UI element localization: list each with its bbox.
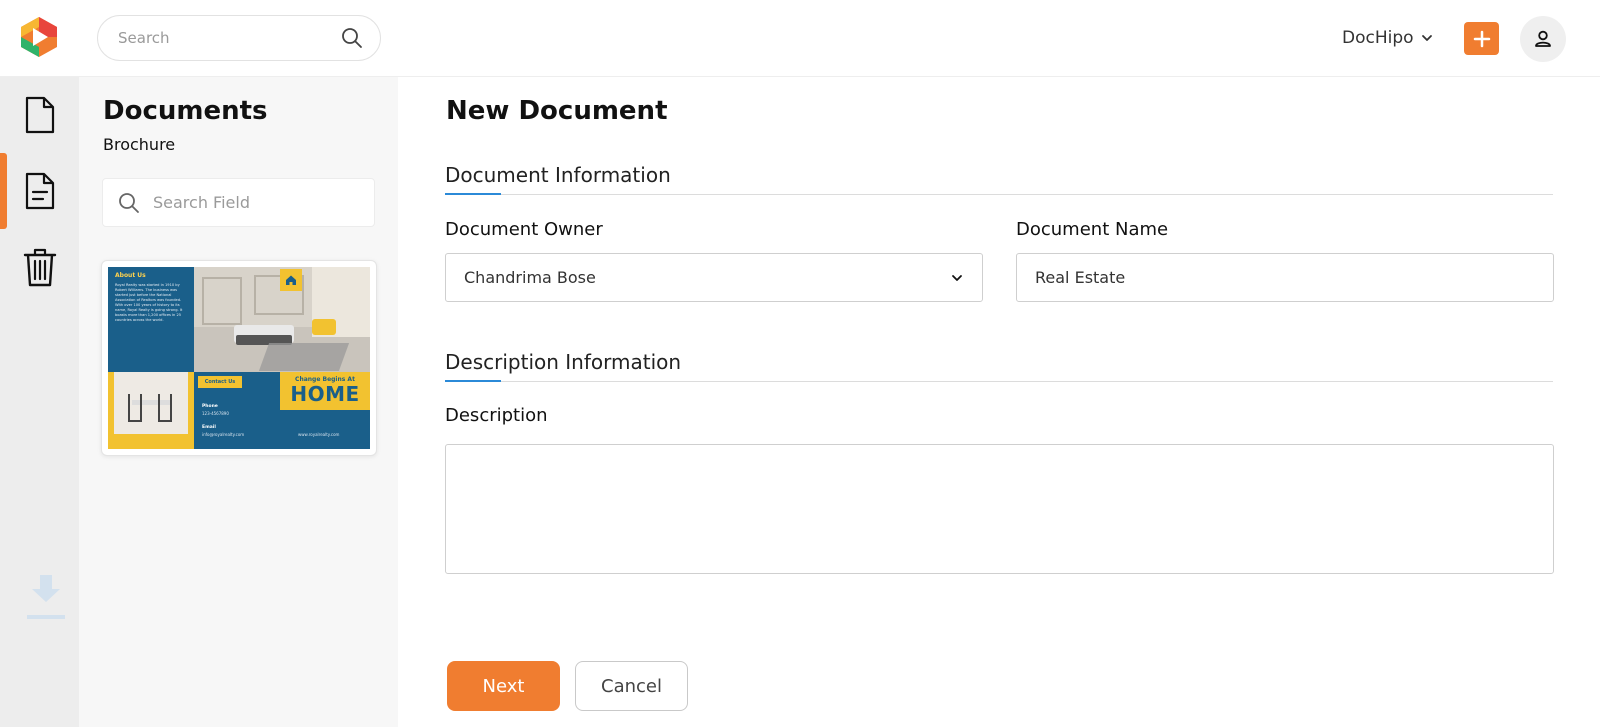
workspace-label: DocHipo xyxy=(1342,28,1414,48)
document-icon xyxy=(25,96,54,134)
rail-item-documents[interactable] xyxy=(0,77,79,153)
dochipo-logo[interactable] xyxy=(17,15,61,59)
thumbnail-headline-block: Change Begins At HOME xyxy=(280,372,370,410)
document-owner-select[interactable]: Chandrima Bose xyxy=(445,253,983,302)
section-divider xyxy=(445,193,1553,195)
thumbnail-about-panel: About Us Royal Realty was started in 191… xyxy=(108,267,194,372)
description-label-text: Description xyxy=(445,405,548,426)
section-divider xyxy=(445,380,1553,382)
thumbnail-phone-label: Phone xyxy=(202,404,218,409)
field-search-input[interactable] xyxy=(153,193,360,212)
documents-category: Brochure xyxy=(103,135,176,154)
document-name-label-text: Document Name xyxy=(1016,219,1169,240)
thumbnail-contact-panel: Contact Us Phone 123-4567890 Email info@… xyxy=(194,372,370,449)
thumbnail-about-heading: About Us xyxy=(115,272,146,279)
trash-icon xyxy=(23,248,56,287)
search-icon[interactable] xyxy=(340,26,364,50)
thumbnail-about-text: Royal Realty was started in 1910 by Robe… xyxy=(115,283,183,322)
field-search xyxy=(102,178,375,227)
new-document-form: New Document Document Information Docume… xyxy=(398,77,1600,727)
document-name-input[interactable] xyxy=(1016,253,1554,302)
section-document-information: Document Information xyxy=(445,163,671,187)
global-search xyxy=(97,15,381,61)
rail-item-document-list[interactable] xyxy=(0,153,79,229)
document-owner-label: Document Owner xyxy=(445,219,603,240)
global-search-input[interactable] xyxy=(118,29,340,47)
create-button[interactable] xyxy=(1464,22,1499,55)
search-icon xyxy=(119,192,139,213)
user-avatar[interactable] xyxy=(1520,16,1566,62)
thumbnail-living-room-photo xyxy=(194,267,370,372)
icon-rail xyxy=(0,77,79,727)
download-icon[interactable] xyxy=(27,575,65,625)
document-lines-icon xyxy=(25,172,54,210)
document-owner-label-text: Document Owner xyxy=(445,219,603,240)
page-title: New Document xyxy=(446,96,668,126)
thumbnail-dining-panel xyxy=(108,372,194,449)
brochure-thumbnail-card[interactable]: About Us Royal Realty was started in 191… xyxy=(101,260,377,456)
description-label: Description xyxy=(445,405,548,426)
cancel-button[interactable]: Cancel xyxy=(575,661,688,711)
chevron-down-icon xyxy=(1421,35,1432,41)
home-icon xyxy=(286,275,296,285)
rail-item-trash[interactable] xyxy=(0,229,79,305)
thumbnail-contact-heading: Contact Us xyxy=(198,376,242,388)
thumbnail-website: www.royalrealty.com xyxy=(298,432,340,437)
document-owner-value: Chandrima Bose xyxy=(464,268,596,287)
documents-panel: Documents Brochure About Us Royal Realty… xyxy=(79,77,398,727)
thumbnail-email-label: Email xyxy=(202,425,216,430)
chevron-down-icon xyxy=(952,274,962,281)
thumbnail-email-value: info@royalrealty.com xyxy=(202,432,245,437)
plus-icon xyxy=(1473,30,1490,47)
document-name-label: Document Name xyxy=(1016,219,1168,240)
brochure-thumbnail: About Us Royal Realty was started in 191… xyxy=(108,267,370,449)
description-textarea[interactable] xyxy=(445,444,1554,574)
thumbnail-headline: HOME xyxy=(290,382,360,406)
top-bar: DocHipo xyxy=(0,0,1600,77)
documents-title: Documents xyxy=(103,96,268,126)
next-button[interactable]: Next xyxy=(447,661,560,711)
thumbnail-home-badge xyxy=(280,269,302,291)
thumbnail-phone-value: 123-4567890 xyxy=(202,411,229,416)
workspace-switcher[interactable]: DocHipo xyxy=(1342,24,1434,52)
section-description-information: Description Information xyxy=(445,350,682,374)
user-icon xyxy=(1535,30,1551,47)
